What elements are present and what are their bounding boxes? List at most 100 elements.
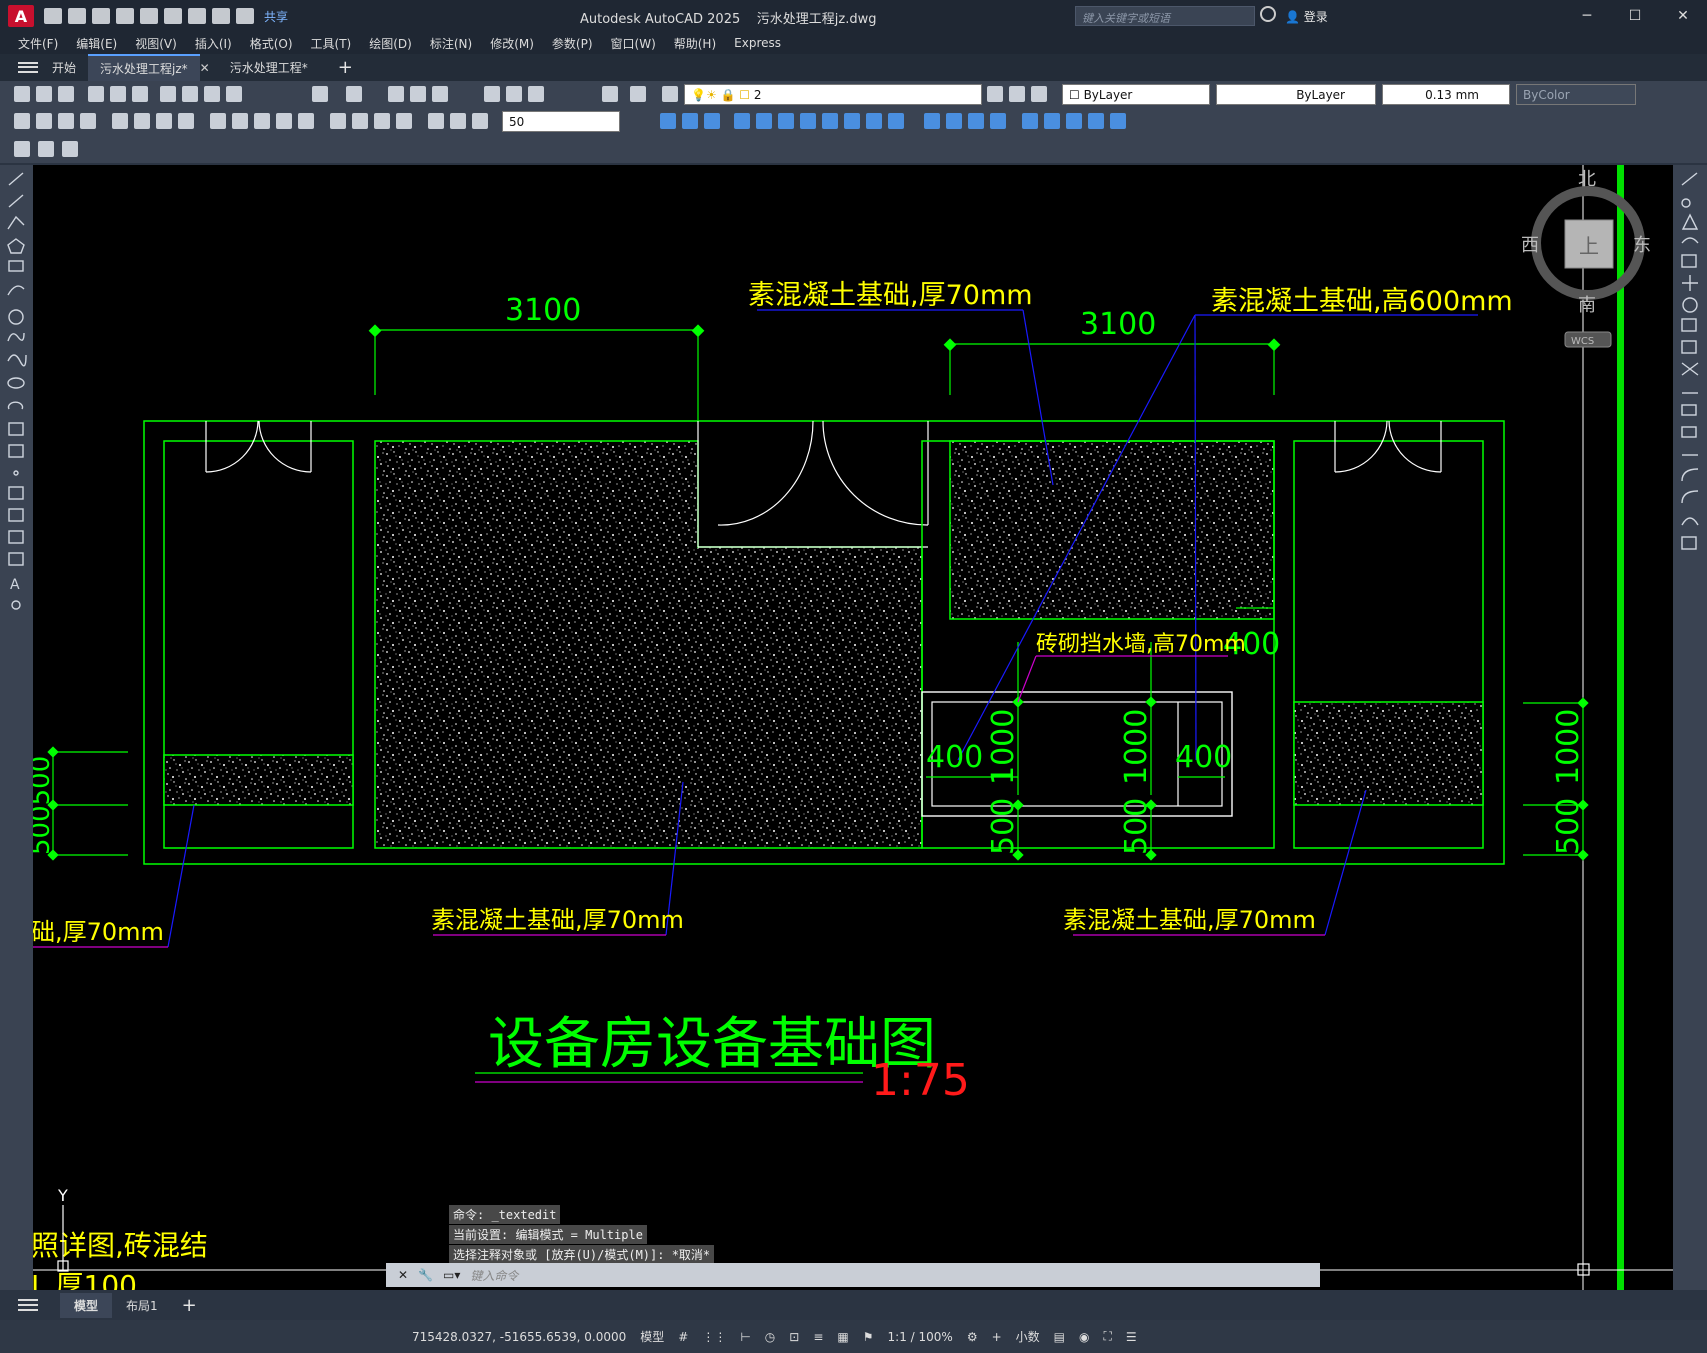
search-input[interactable]: 键入关键字或短语: [1075, 6, 1255, 26]
undo-icon[interactable]: [212, 8, 230, 24]
gradient-tool-icon[interactable]: [8, 508, 24, 522]
match-properties-icon[interactable]: [226, 86, 242, 102]
workspace-gear-icon[interactable]: ⚙: [967, 1330, 978, 1344]
menu-window[interactable]: 窗口(W): [611, 35, 656, 52]
solid-union-icon[interactable]: [660, 113, 676, 129]
command-line[interactable]: ✕ 🔧 ▭▾ 键入命令: [386, 1263, 1320, 1287]
solid-subtract-icon[interactable]: [682, 113, 698, 129]
ordinate-dimension-icon[interactable]: [80, 113, 96, 129]
move-tool-icon[interactable]: [1682, 275, 1698, 291]
continue-dimension-icon[interactable]: [254, 113, 270, 129]
plotstyle-dropdown[interactable]: ByColor: [1516, 84, 1636, 105]
layer-state-icon[interactable]: [1031, 86, 1047, 102]
zoom-window-icon[interactable]: [432, 86, 448, 102]
edit-text-icon[interactable]: [14, 141, 30, 157]
layout-menu-icon[interactable]: [16, 1295, 40, 1315]
trim-tool-icon[interactable]: [1681, 362, 1699, 376]
line-tool-icon[interactable]: [8, 172, 24, 186]
menu-draw[interactable]: 绘图(D): [369, 35, 412, 52]
new-icon[interactable]: [14, 86, 30, 102]
drawing-svg[interactable]: 3100 3100 400 400 400 1000 1000 1000 500…: [33, 165, 1673, 1290]
menu-view[interactable]: 视图(V): [135, 35, 177, 52]
undo-icon[interactable]: [312, 86, 328, 102]
tab-drawing-2[interactable]: 污水处理工程*: [218, 55, 320, 80]
tab-model[interactable]: 模型: [60, 1292, 113, 1318]
layer-dropdown[interactable]: 💡☀ 🔒 ☐ 2: [684, 84, 982, 105]
autocad-logo-icon[interactable]: A: [8, 5, 34, 27]
annotation-scale[interactable]: 1:1 / 100%: [888, 1330, 953, 1344]
customize-status-icon[interactable]: ☰: [1126, 1330, 1137, 1344]
save-icon[interactable]: [58, 86, 74, 102]
fillet-tool-icon[interactable]: [1681, 490, 1699, 504]
wcs-label[interactable]: WCS: [1571, 336, 1594, 347]
revision-cloud-icon[interactable]: [7, 332, 25, 342]
model-space-button[interactable]: 模型: [640, 1328, 664, 1345]
tab-start[interactable]: 开始: [40, 55, 88, 80]
save-icon[interactable]: [92, 8, 110, 24]
menu-tools[interactable]: 工具(T): [311, 35, 352, 52]
zoom-realtime-icon[interactable]: [410, 86, 426, 102]
quick-dimension-icon[interactable]: [210, 113, 226, 129]
polygon-tool-icon[interactable]: [7, 238, 25, 254]
redo-icon[interactable]: [236, 8, 254, 24]
color-edges-icon[interactable]: [1066, 113, 1082, 129]
redo-icon[interactable]: [346, 86, 362, 102]
menu-dimension[interactable]: 标注(N): [430, 35, 472, 52]
copy-faces-icon[interactable]: [866, 113, 882, 129]
tool-palettes-icon[interactable]: [528, 86, 544, 102]
units-dropdown[interactable]: 小数: [1016, 1328, 1040, 1345]
command-close-icon[interactable]: ✕: [398, 1268, 408, 1282]
aligned-dimension-icon[interactable]: [36, 113, 52, 129]
menu-file[interactable]: 文件(F): [18, 35, 58, 52]
linear-dimension-icon[interactable]: [14, 113, 30, 129]
offset-edge-icon[interactable]: [1110, 113, 1126, 129]
inspection-icon[interactable]: [374, 113, 390, 129]
drawing-canvas[interactable]: 3100 3100 400 400 400 1000 1000 1000 500…: [33, 165, 1673, 1290]
rotate-faces-icon[interactable]: [822, 113, 838, 129]
linetype-dropdown[interactable]: ByLayer: [1216, 84, 1376, 105]
cut-icon[interactable]: [160, 86, 176, 102]
offset-tool-icon[interactable]: [1681, 237, 1699, 244]
baseline-dimension-icon[interactable]: [232, 113, 248, 129]
table-tool-icon[interactable]: [8, 552, 24, 566]
viewcube-south[interactable]: 南: [1578, 295, 1596, 316]
imprint-icon[interactable]: [924, 113, 940, 129]
menu-insert[interactable]: 插入(I): [195, 35, 232, 52]
region-tool-icon[interactable]: [8, 530, 24, 544]
paste-icon[interactable]: [204, 86, 220, 102]
extract-edges-icon[interactable]: [1088, 113, 1104, 129]
dimension-break-icon[interactable]: [298, 113, 314, 129]
array-tool-icon[interactable]: [1681, 254, 1697, 268]
copy-tool-icon[interactable]: [1681, 198, 1691, 208]
break-at-point-icon[interactable]: [1681, 404, 1697, 416]
viewcube-west[interactable]: 西: [1521, 235, 1539, 256]
rotate-tool-icon[interactable]: [1682, 297, 1698, 313]
spell-check-icon[interactable]: [62, 141, 78, 157]
close-tab-icon[interactable]: ✕: [200, 61, 210, 75]
polyline-tool-icon[interactable]: [7, 215, 25, 230]
open-file-icon[interactable]: [68, 8, 86, 24]
ellipse-tool-icon[interactable]: [7, 377, 25, 389]
design-center-icon[interactable]: [506, 86, 522, 102]
dimension-text-edit-icon[interactable]: [450, 113, 466, 129]
coordinates-readout[interactable]: 715428.0327, -51655.6539, 0.0000: [412, 1330, 626, 1344]
menu-help[interactable]: 帮助(H): [674, 35, 716, 52]
tab-active-drawing[interactable]: 污水处理工程jz*: [88, 54, 200, 81]
ortho-icon[interactable]: ⊢: [740, 1330, 750, 1344]
check-icon[interactable]: [1022, 113, 1038, 129]
taper-faces-icon[interactable]: [844, 113, 860, 129]
add-selected-icon[interactable]: [11, 600, 21, 610]
spline-tool-icon[interactable]: [7, 354, 27, 367]
point-tool-icon[interactable]: [13, 470, 19, 476]
viewcube[interactable]: 上 北 南 东 西 WCS: [1521, 169, 1651, 348]
menu-modify[interactable]: 修改(M): [490, 35, 534, 52]
explode-tool-icon[interactable]: [1681, 536, 1697, 550]
ellipse-arc-icon[interactable]: [7, 401, 24, 410]
blend-curves-icon[interactable]: [1681, 517, 1699, 526]
command-customize-icon[interactable]: 🔧: [418, 1268, 433, 1282]
dimension-edit-icon[interactable]: [428, 113, 444, 129]
extrude-faces-icon[interactable]: [734, 113, 750, 129]
construction-line-icon[interactable]: [8, 194, 24, 208]
copy-icon[interactable]: [182, 86, 198, 102]
maximize-button[interactable]: ☐: [1611, 0, 1659, 32]
